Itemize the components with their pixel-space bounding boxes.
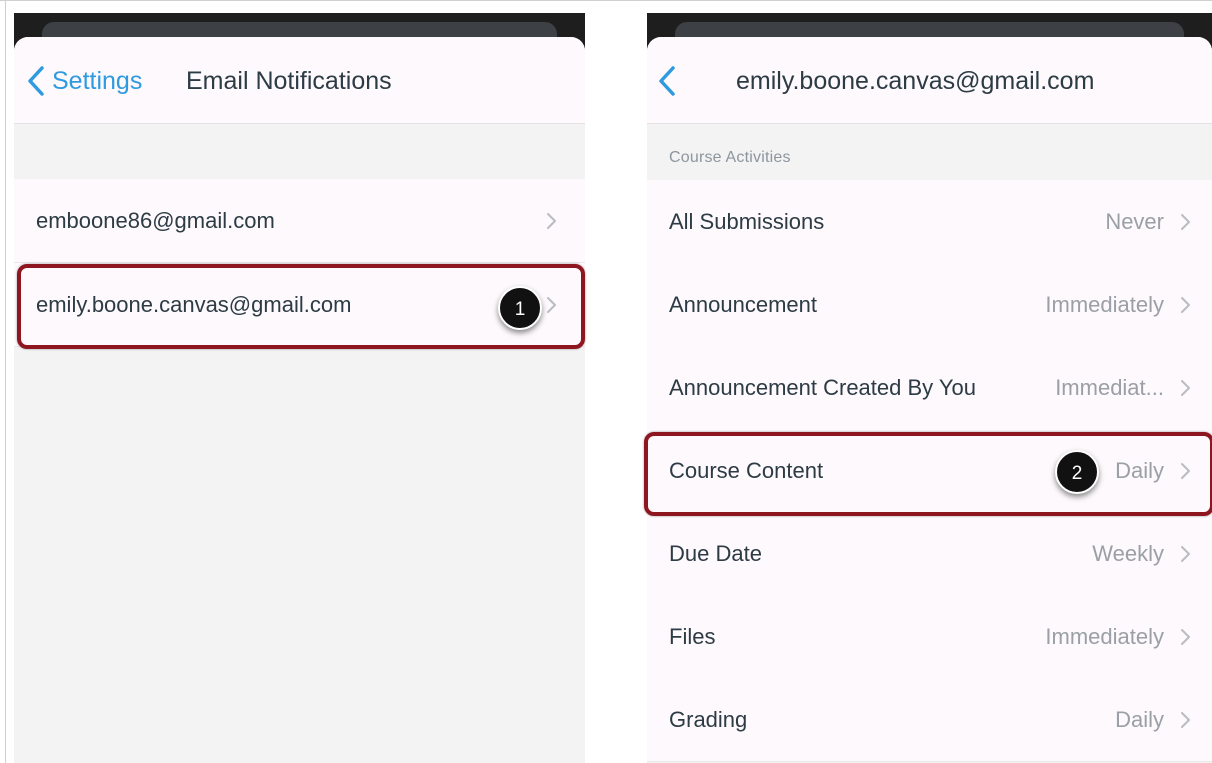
highlight-box	[644, 432, 1212, 516]
setting-label: Files	[669, 624, 716, 649]
page-title: Email Notifications	[186, 67, 392, 95]
settings-row[interactable]: Due Date Weekly	[647, 512, 1212, 596]
email-row[interactable]: emboone86@gmail.com	[14, 179, 585, 263]
email-notifications-screen: Settings Email Notifications emboone86@g…	[14, 13, 585, 763]
step-badge: 1	[498, 286, 542, 330]
nav-bar: Settings Email Notifications	[14, 37, 585, 124]
setting-value: Never	[1105, 209, 1164, 234]
chevron-right-icon	[1181, 546, 1190, 562]
settings-row[interactable]: Files Immediately	[647, 595, 1212, 679]
chevron-right-icon	[1181, 214, 1190, 230]
left-border	[5, 0, 6, 763]
setting-label: Announcement	[669, 292, 817, 317]
page-title: emily.boone.canvas@gmail.com	[736, 67, 1095, 95]
email-settings-screen: emily.boone.canvas@gmail.com Course Acti…	[647, 13, 1212, 763]
chevron-right-icon	[1181, 712, 1190, 728]
chevron-right-icon	[1181, 629, 1190, 645]
setting-label: Due Date	[669, 541, 762, 566]
setting-value: Weekly	[1092, 541, 1164, 566]
setting-value: Immediately	[1045, 624, 1164, 649]
step-badge: 2	[1055, 450, 1099, 494]
notification-settings-sheet: emily.boone.canvas@gmail.com Course Acti…	[647, 37, 1212, 763]
top-border	[0, 0, 1212, 1]
setting-label: All Submissions	[669, 209, 825, 234]
section-header: Course Activities	[669, 149, 1212, 167]
settings-row[interactable]: Grading Daily	[647, 678, 1212, 762]
back-label: Settings	[52, 66, 143, 95]
back-button[interactable]	[657, 65, 677, 97]
chevron-right-icon	[547, 213, 556, 229]
back-button[interactable]: Settings	[26, 65, 142, 97]
chevron-right-icon	[1181, 297, 1190, 313]
settings-row[interactable]: Announcement Immediately	[647, 263, 1212, 347]
nav-bar: emily.boone.canvas@gmail.com	[647, 37, 1212, 124]
setting-label: Announcement Created By You	[669, 375, 977, 400]
chevron-right-icon	[1181, 380, 1190, 396]
setting-value: Immediat...	[1055, 375, 1164, 400]
settings-row[interactable]: Announcement Created By You Immediat...	[647, 346, 1212, 430]
email-list-sheet: Settings Email Notifications emboone86@g…	[14, 37, 585, 763]
email-address: emboone86@gmail.com	[36, 208, 275, 233]
settings-row[interactable]: All Submissions Never	[647, 180, 1212, 264]
chevron-left-icon	[657, 65, 677, 97]
chevron-left-icon	[26, 65, 46, 97]
setting-label: Grading	[669, 707, 748, 732]
setting-value: Daily	[1115, 707, 1164, 732]
setting-value: Immediately	[1045, 292, 1164, 317]
